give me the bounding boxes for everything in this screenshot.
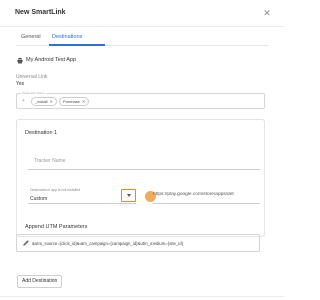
active-tab-indicator: [49, 44, 105, 46]
new-smartlink-modal: New SmartLink ✕ General Destinations My …: [0, 0, 284, 300]
parameter-chip[interactable]: _install ✕: [31, 97, 57, 106]
universal-link-value: Yes: [16, 81, 25, 87]
destination-title: Destination 1: [25, 130, 58, 136]
parameter-field[interactable]: Parameter Name + _install ✕ Purchase ✕: [16, 91, 265, 109]
add-icon: +: [22, 98, 25, 104]
destination-select-label: Destination if app is not installed: [30, 188, 81, 192]
tab-general[interactable]: General: [21, 34, 41, 46]
chip-label: Purchase: [63, 99, 80, 104]
chip-label: _install: [35, 99, 48, 104]
app-name: My Android Test App: [26, 57, 77, 63]
destination-select[interactable]: Destination if app is not installed Cust…: [28, 182, 136, 204]
tracker-name-placeholder: Tracker Name: [34, 158, 66, 164]
pencil-icon: [23, 240, 29, 246]
footer-divider: [0, 296, 284, 297]
parameter-field-legend: Parameter Name: [21, 91, 46, 95]
universal-link-label: Universal Link: [16, 74, 48, 80]
tab-bar: General Destinations: [16, 32, 268, 46]
chip-remove-icon[interactable]: ✕: [49, 99, 52, 104]
destination-url-input[interactable]: https://play.google.com/store/apps/det: [153, 182, 260, 204]
close-icon[interactable]: ✕: [262, 8, 272, 18]
add-destination-button[interactable]: Add Destination: [17, 275, 63, 288]
modal-title: New SmartLink: [15, 9, 66, 16]
destination-card: Destination 1 Tracker Name Destination i…: [16, 119, 265, 237]
chip-remove-icon[interactable]: ✕: [82, 99, 85, 104]
utm-parameters-input[interactable]: &utm_source={click_id}&utm_campaign={cam…: [16, 234, 260, 252]
modal-header: New SmartLink ✕: [0, 0, 284, 27]
utm-label: Append UTM Parameters: [25, 224, 88, 230]
chevron-down-icon[interactable]: [121, 189, 136, 202]
destination-select-value: Custom: [30, 196, 48, 202]
destination-url-value: https://play.google.com/store/apps/det: [153, 192, 234, 197]
tracker-name-input[interactable]: Tracker Name: [28, 152, 260, 170]
parameter-chip[interactable]: Purchase ✕: [59, 97, 90, 106]
utm-parameters-value: &utm_source={click_id}&utm_campaign={cam…: [32, 241, 184, 246]
android-icon: [17, 57, 23, 64]
